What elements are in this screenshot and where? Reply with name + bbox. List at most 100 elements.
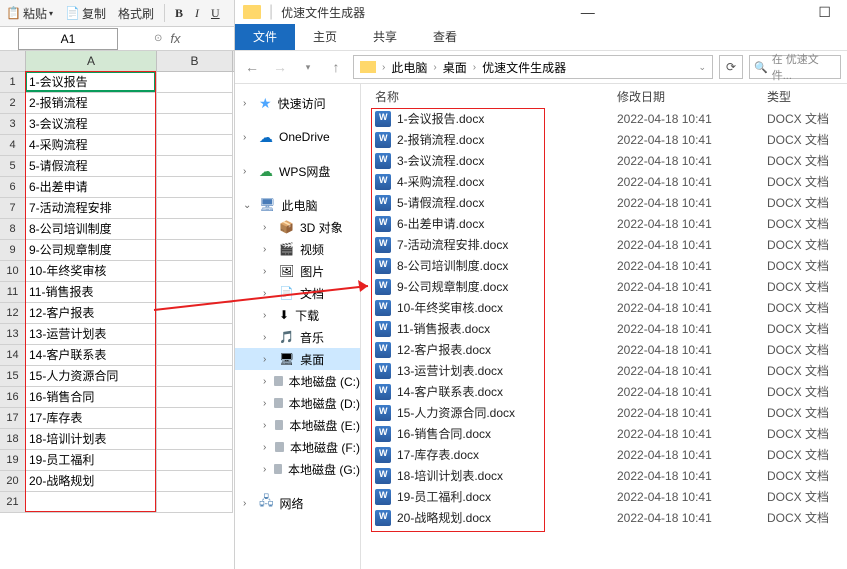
- row-header[interactable]: 16: [0, 387, 26, 408]
- select-all-corner[interactable]: [0, 51, 26, 71]
- cell[interactable]: [157, 282, 233, 303]
- expand-icon[interactable]: ›: [263, 332, 273, 343]
- nav-item[interactable]: ›🎵音乐: [235, 326, 360, 348]
- breadcrumb-item[interactable]: 优速文件生成器: [482, 59, 566, 76]
- file-row[interactable]: 7-活动流程安排.docx2022-04-18 10:41DOCX 文档: [361, 234, 847, 255]
- row-header[interactable]: 19: [0, 450, 26, 471]
- expand-icon[interactable]: ›: [263, 310, 273, 321]
- name-box[interactable]: A1: [18, 28, 118, 50]
- expand-icon[interactable]: ›: [243, 98, 253, 109]
- row-header[interactable]: 5: [0, 156, 26, 177]
- paste-button[interactable]: 📋粘贴▾: [0, 3, 59, 24]
- row-header[interactable]: 1: [0, 72, 26, 93]
- expand-icon[interactable]: ›: [243, 132, 253, 143]
- nav-item[interactable]: ›📄文档: [235, 282, 360, 304]
- expand-icon[interactable]: ›: [263, 420, 269, 431]
- row-header[interactable]: 20: [0, 471, 26, 492]
- nav-wps[interactable]: ›☁WPS网盘: [235, 160, 360, 182]
- cell[interactable]: 12-客户报表: [26, 303, 157, 324]
- file-row[interactable]: 1-会议报告.docx2022-04-18 10:41DOCX 文档: [361, 108, 847, 129]
- cell[interactable]: 20-战略规划: [26, 471, 157, 492]
- file-row[interactable]: 3-会议流程.docx2022-04-18 10:41DOCX 文档: [361, 150, 847, 171]
- row-header[interactable]: 4: [0, 135, 26, 156]
- expand-icon[interactable]: ›: [263, 442, 269, 453]
- cell[interactable]: [157, 429, 233, 450]
- header-name[interactable]: 名称: [361, 88, 617, 105]
- cell[interactable]: [157, 114, 233, 135]
- cell[interactable]: [157, 324, 233, 345]
- breadcrumb[interactable]: › 此电脑 › 桌面 › 优速文件生成器 ⌄: [353, 55, 713, 79]
- minimize-button[interactable]: —: [573, 4, 603, 20]
- header-date[interactable]: 修改日期: [617, 88, 767, 105]
- row-header[interactable]: 6: [0, 177, 26, 198]
- cell[interactable]: 15-人力资源合同: [26, 366, 157, 387]
- cell[interactable]: 17-库存表: [26, 408, 157, 429]
- italic-button[interactable]: I: [189, 4, 205, 23]
- cell[interactable]: [157, 471, 233, 492]
- cell[interactable]: 18-培训计划表: [26, 429, 157, 450]
- cell[interactable]: [157, 366, 233, 387]
- cell[interactable]: [26, 492, 157, 513]
- file-row[interactable]: 18-培训计划表.docx2022-04-18 10:41DOCX 文档: [361, 465, 847, 486]
- underline-button[interactable]: U: [205, 4, 226, 23]
- file-row[interactable]: 4-采购流程.docx2022-04-18 10:41DOCX 文档: [361, 171, 847, 192]
- nav-item[interactable]: ›📦3D 对象: [235, 216, 360, 238]
- cell[interactable]: [157, 345, 233, 366]
- cell[interactable]: 11-销售报表: [26, 282, 157, 303]
- cell[interactable]: 3-会议流程: [26, 114, 157, 135]
- file-row[interactable]: 12-客户报表.docx2022-04-18 10:41DOCX 文档: [361, 339, 847, 360]
- expand-icon[interactable]: ›: [263, 244, 273, 255]
- header-type[interactable]: 类型: [767, 88, 847, 105]
- breadcrumb-item[interactable]: 桌面: [443, 59, 467, 76]
- cell[interactable]: [157, 387, 233, 408]
- file-row[interactable]: 8-公司培训制度.docx2022-04-18 10:41DOCX 文档: [361, 255, 847, 276]
- file-row[interactable]: 2-报销流程.docx2022-04-18 10:41DOCX 文档: [361, 129, 847, 150]
- cell[interactable]: 10-年终奖审核: [26, 261, 157, 282]
- row-header[interactable]: 21: [0, 492, 26, 513]
- nav-item[interactable]: ›本地磁盘 (E:): [235, 414, 360, 436]
- cell[interactable]: [157, 450, 233, 471]
- row-header[interactable]: 11: [0, 282, 26, 303]
- nav-network[interactable]: ›🖧网络: [235, 492, 360, 514]
- cells-area[interactable]: 1-会议报告2-报销流程3-会议流程4-采购流程5-请假流程6-出差申请7-活动…: [26, 72, 234, 513]
- cell[interactable]: [157, 303, 233, 324]
- nav-item[interactable]: ›本地磁盘 (G:): [235, 458, 360, 480]
- nav-onedrive[interactable]: ›☁OneDrive: [235, 126, 360, 148]
- file-row[interactable]: 20-战略规划.docx2022-04-18 10:41DOCX 文档: [361, 507, 847, 528]
- expand-icon[interactable]: ›: [263, 464, 268, 475]
- file-pane[interactable]: 名称 修改日期 类型 1-会议报告.docx2022-04-18 10:41DO…: [361, 84, 847, 569]
- cell[interactable]: 2-报销流程: [26, 93, 157, 114]
- maximize-button[interactable]: ☐: [810, 4, 839, 21]
- nav-item[interactable]: ›本地磁盘 (F:): [235, 436, 360, 458]
- cell[interactable]: [157, 492, 233, 513]
- file-row[interactable]: 15-人力资源合同.docx2022-04-18 10:41DOCX 文档: [361, 402, 847, 423]
- expand-icon[interactable]: ›: [263, 288, 273, 299]
- row-header[interactable]: 14: [0, 345, 26, 366]
- breadcrumb-item[interactable]: 此电脑: [391, 59, 427, 76]
- nav-this-pc[interactable]: ⌄🖥此电脑: [235, 194, 360, 216]
- cell[interactable]: 19-员工福利: [26, 450, 157, 471]
- cell[interactable]: [157, 219, 233, 240]
- cell[interactable]: 13-运营计划表: [26, 324, 157, 345]
- cell[interactable]: [157, 135, 233, 156]
- file-row[interactable]: 10-年终奖审核.docx2022-04-18 10:41DOCX 文档: [361, 297, 847, 318]
- format-painter-button[interactable]: 格式刷: [112, 3, 160, 24]
- cell[interactable]: [157, 408, 233, 429]
- collapse-icon[interactable]: ⌄: [243, 200, 253, 211]
- row-header[interactable]: 17: [0, 408, 26, 429]
- fx-label[interactable]: fx: [170, 31, 180, 46]
- cell[interactable]: [157, 240, 233, 261]
- nav-item[interactable]: ›🎬视频: [235, 238, 360, 260]
- cell[interactable]: [157, 177, 233, 198]
- row-header[interactable]: 12: [0, 303, 26, 324]
- file-row[interactable]: 16-销售合同.docx2022-04-18 10:41DOCX 文档: [361, 423, 847, 444]
- cell[interactable]: [157, 72, 233, 93]
- col-header-b[interactable]: B: [157, 51, 233, 71]
- up-button[interactable]: ↑: [325, 56, 347, 78]
- row-header[interactable]: 10: [0, 261, 26, 282]
- cell[interactable]: 7-活动流程安排: [26, 198, 157, 219]
- expand-icon[interactable]: ›: [263, 398, 268, 409]
- forward-button[interactable]: →: [269, 56, 291, 78]
- nav-item[interactable]: ›🖼图片: [235, 260, 360, 282]
- tab-home[interactable]: 主页: [295, 24, 355, 50]
